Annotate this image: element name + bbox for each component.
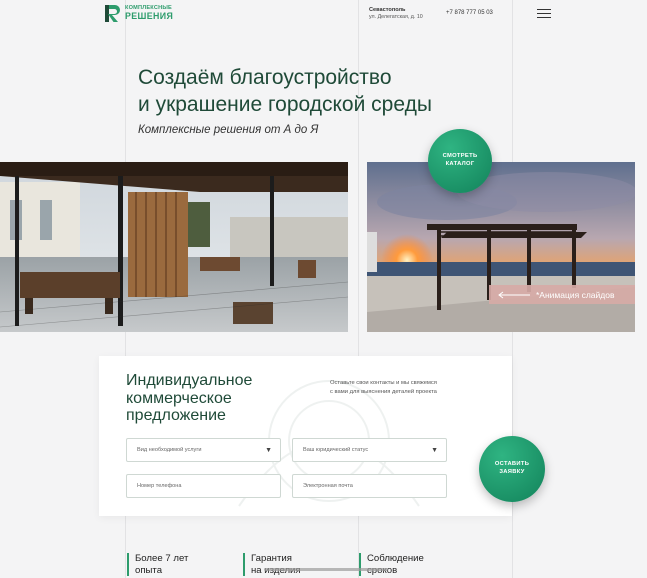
form-title: Индивидуальное коммерческое предложение [126, 372, 253, 424]
service-select[interactable]: Вид необходимой услуги [126, 438, 281, 462]
page-title: Создаём благоустройство и украшение горо… [138, 64, 432, 118]
feature-experience: Более 7 лет опыта [127, 553, 188, 576]
hero-image-terrace [0, 162, 348, 332]
offer-form-card: Индивидуальное коммерческое предложение … [99, 356, 512, 516]
phone-input[interactable]: Номер телефона [126, 474, 281, 498]
form-note: Оставьте свои контакты и мы свяжемся с в… [330, 380, 437, 396]
email-input[interactable]: Электронная почта [292, 474, 447, 498]
submit-request-button[interactable]: ОСТАВИТЬ ЗАЯВКУ [479, 436, 545, 502]
slider-note: *Анимация слайдов [536, 289, 615, 300]
title-line2: и украшение городской среды [138, 93, 432, 116]
arrow-left-icon [498, 291, 530, 298]
address-label: ул. Делегатская, д. 10 [369, 14, 423, 20]
hero-subtitle: Комплексные решения от А до Я [138, 124, 319, 136]
legal-status-select[interactable]: Ваш юридический статус [292, 438, 447, 462]
logo-text: КОМПЛЕКСНЫЕ РЕШЕНИЯ [125, 5, 174, 21]
title-line1: Создаём благоустройство [138, 66, 392, 89]
slider-annotation: *Анимация слайдов [489, 285, 635, 304]
logo-icon [105, 5, 120, 22]
logo[interactable]: КОМПЛЕКСНЫЕ РЕШЕНИЯ [105, 5, 173, 22]
feature-warranty: Гарантияна изделия [243, 553, 301, 576]
hero-image-sunset [367, 162, 635, 332]
catalog-button[interactable]: СМОТРЕТЬ КАТАЛОГ [428, 129, 492, 193]
logo-line2: РЕШЕНИЯ [125, 10, 174, 21]
hamburger-icon[interactable] [537, 9, 551, 19]
feature-deadlines: Соблюдениесроков [359, 553, 424, 576]
phone-link[interactable]: +7 878 777 05 03 [446, 10, 493, 16]
city-label: Севастополь [369, 7, 406, 13]
horizontal-scrollbar[interactable] [264, 568, 388, 571]
